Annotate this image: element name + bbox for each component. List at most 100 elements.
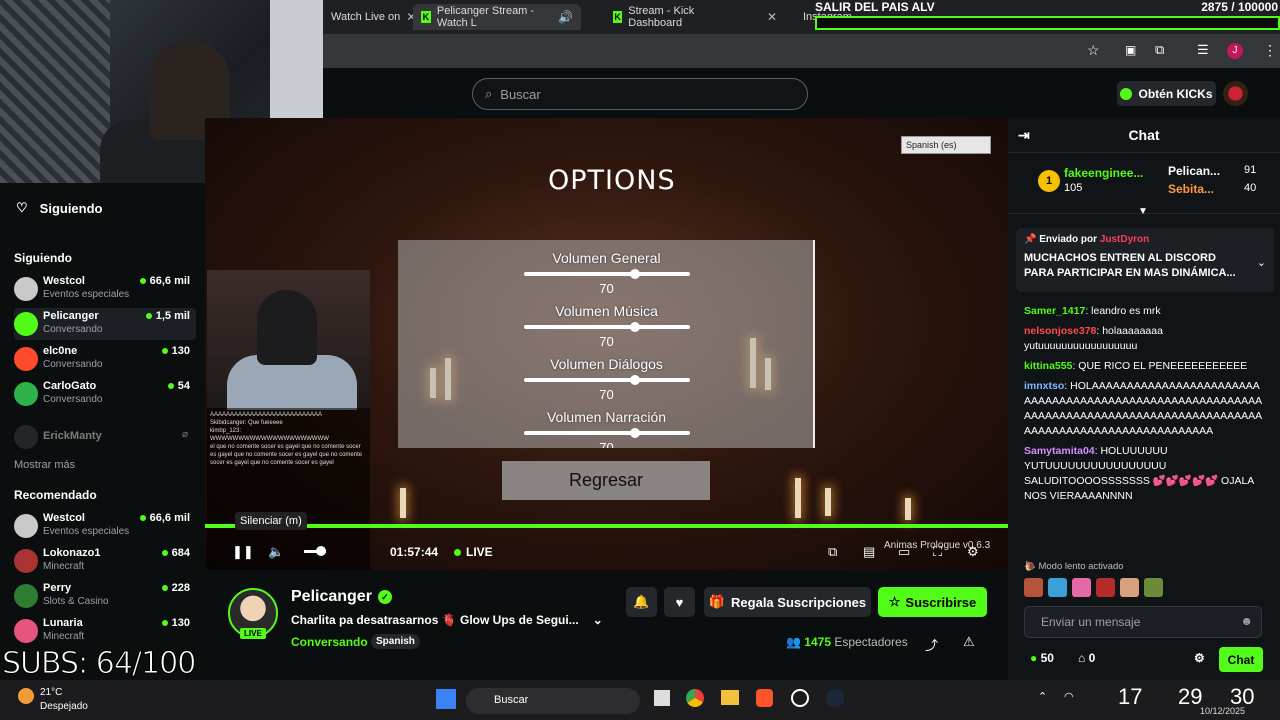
obs-icon[interactable] bbox=[791, 689, 809, 707]
sidebar-channel-westcol[interactable]: Westcol Eventos especiales 66,6 mil bbox=[14, 273, 196, 305]
profile-avatar[interactable]: J bbox=[1227, 43, 1243, 59]
stream-category[interactable]: Conversando bbox=[291, 635, 368, 649]
slider-knob[interactable] bbox=[629, 375, 640, 385]
get-kicks-button[interactable]: Obtén KICKs bbox=[1117, 81, 1216, 106]
speaker-icon[interactable]: 🔊 bbox=[558, 10, 573, 24]
kicks-icon bbox=[1120, 87, 1133, 100]
pip-icon[interactable]: ⧉ bbox=[828, 544, 837, 560]
reading-list-icon[interactable]: ☰ bbox=[1197, 42, 1209, 58]
search-input[interactable]: ⌕ Buscar bbox=[472, 78, 808, 110]
overlay-minutes: 29 bbox=[1178, 684, 1203, 709]
sidebar-recommended-lokonazo1[interactable]: Lokonazo1 Minecraft 684 bbox=[14, 545, 196, 577]
weather-temp[interactable]: 21°C bbox=[40, 687, 62, 698]
file-explorer-icon[interactable] bbox=[721, 690, 739, 705]
theater-icon[interactable]: ▭ bbox=[898, 544, 910, 560]
chat-username[interactable]: imnxtso bbox=[1024, 380, 1064, 392]
task-view-icon[interactable] bbox=[654, 690, 670, 706]
following-header[interactable]: ♡ Siguiendo bbox=[16, 200, 103, 216]
subscribe-button[interactable]: ☆ Suscribirse bbox=[878, 587, 987, 617]
channel-category: Conversando bbox=[43, 324, 103, 335]
pinned-user[interactable]: JustDyron bbox=[1100, 234, 1149, 245]
close-icon[interactable]: ✕ bbox=[767, 10, 777, 24]
volume-knob[interactable] bbox=[316, 546, 326, 556]
sidebar-channel-carlogato[interactable]: CarloGato Conversando 54 bbox=[14, 378, 196, 410]
chat-settings-icon[interactable]: ⚙ bbox=[1194, 651, 1205, 665]
fullscreen-icon[interactable]: ⛶ bbox=[933, 544, 942, 560]
streamer-name-text: Pelicanger bbox=[291, 588, 372, 605]
windows-start-icon[interactable] bbox=[436, 689, 456, 709]
share-icon[interactable]: ⤴ bbox=[925, 635, 938, 654]
language-select[interactable]: Spanish (es) bbox=[901, 136, 991, 154]
tab-pelicanger[interactable]: K Pelicanger Stream - Watch L 🔊 bbox=[413, 4, 581, 30]
emote[interactable] bbox=[1120, 578, 1139, 597]
chat-message-input[interactable]: Enviar un mensaje ☻ bbox=[1024, 606, 1262, 638]
leaderboard-user[interactable]: Sebita... bbox=[1168, 182, 1214, 196]
video-progress-bar[interactable] bbox=[205, 524, 1008, 528]
slider-knob[interactable] bbox=[629, 269, 640, 279]
chat-username[interactable]: Samer_1417 bbox=[1024, 305, 1085, 317]
volume-slider[interactable] bbox=[523, 322, 690, 332]
sidebar-channel-pelicanger[interactable]: Pelicanger Conversando 1,5 mil bbox=[14, 308, 196, 340]
chevron-down-icon[interactable]: ⌄ bbox=[1257, 256, 1266, 269]
points-display[interactable]: ● 50 bbox=[1030, 651, 1054, 665]
menu-icon[interactable]: ⋮ bbox=[1263, 42, 1277, 59]
taskbar-search[interactable]: Buscar bbox=[466, 688, 640, 714]
back-button[interactable]: Regresar bbox=[502, 461, 710, 500]
chat-panel: ⇥ Chat 1 fakeenginee... 105 Pelican... 91… bbox=[1008, 118, 1280, 680]
emoji-icon[interactable]: ☻ bbox=[1240, 614, 1253, 628]
streamer-name[interactable]: Pelicanger ✓ bbox=[291, 588, 392, 606]
sidebar-recommended-perry[interactable]: Perry Slots & Casino 228 bbox=[14, 580, 196, 612]
brave-icon[interactable] bbox=[756, 689, 773, 707]
chrome-icon[interactable] bbox=[686, 689, 704, 707]
notification-bell-button[interactable]: 🔔 bbox=[626, 587, 657, 617]
leaderboard-user[interactable]: Pelican... bbox=[1168, 164, 1220, 178]
collapse-chat-icon[interactable]: ⇥ bbox=[1018, 127, 1030, 144]
emote[interactable] bbox=[1048, 578, 1067, 597]
weather-desc[interactable]: Despejado bbox=[40, 701, 88, 712]
viewer-count: 66,6 mil bbox=[140, 275, 190, 287]
bookmark-star-icon[interactable]: ☆ bbox=[1087, 42, 1100, 59]
emote[interactable] bbox=[1072, 578, 1091, 597]
balance-display[interactable]: ⌂ 0 bbox=[1078, 651, 1095, 665]
emote[interactable] bbox=[1096, 578, 1115, 597]
volume-icon[interactable]: 🔈 bbox=[268, 544, 284, 560]
pause-icon[interactable]: ❚❚ bbox=[232, 544, 254, 560]
slider-knob[interactable] bbox=[629, 322, 640, 332]
screenshot-icon[interactable]: ▣ bbox=[1125, 43, 1136, 57]
settings-gear-icon[interactable]: ⚙ bbox=[967, 544, 979, 560]
taskbar-date[interactable]: 10/12/2025 bbox=[1200, 706, 1245, 716]
sidebar-channel-elc0ne[interactable]: elc0ne Conversando 130 bbox=[14, 343, 196, 375]
tab-watch-live[interactable]: Watch Live on ✕ bbox=[323, 4, 424, 30]
report-icon[interactable]: ⚠ bbox=[963, 634, 975, 650]
steam-icon[interactable] bbox=[826, 689, 844, 707]
emote[interactable] bbox=[1024, 578, 1043, 597]
volume-slider[interactable] bbox=[523, 269, 690, 279]
clip-icon[interactable]: ▤ bbox=[863, 544, 875, 560]
show-more-link[interactable]: Mostrar más bbox=[14, 459, 75, 471]
extensions-icon[interactable]: ⧉ bbox=[1155, 42, 1164, 58]
wifi-icon[interactable]: ◠ bbox=[1064, 690, 1074, 703]
follow-heart-button[interactable]: ♥ bbox=[664, 587, 695, 617]
gift-subs-button[interactable]: 🎁 Regala Suscripciones bbox=[704, 587, 871, 617]
search-icon: ⌕ bbox=[485, 86, 493, 101]
sidebar-channel-erickmanty[interactable]: ErickManty ⌀ bbox=[14, 421, 196, 453]
sidebar-recommended-westcol[interactable]: Westcol Eventos especiales 66,6 mil bbox=[14, 510, 196, 542]
chat-username[interactable]: nelsonjose378 bbox=[1024, 325, 1096, 337]
chat-username[interactable]: Samytamita04 bbox=[1024, 445, 1095, 457]
chat-messages: Samer_1417: leandro es mrk nelsonjose378… bbox=[1024, 304, 1264, 509]
slider-knob[interactable] bbox=[629, 428, 640, 438]
volume-slider[interactable] bbox=[523, 375, 690, 385]
tray-chevron-icon[interactable]: ⌃ bbox=[1038, 690, 1047, 703]
leaderboard-user[interactable]: fakeenginee... bbox=[1064, 166, 1143, 180]
send-chat-button[interactable]: Chat bbox=[1219, 647, 1263, 672]
tab-kick-dashboard[interactable]: K Stream - Kick Dashboard ✕ bbox=[605, 4, 785, 30]
volume-slider[interactable] bbox=[304, 546, 326, 556]
language-tag[interactable]: Spanish bbox=[371, 634, 420, 649]
user-avatar[interactable] bbox=[1223, 81, 1248, 106]
chevron-down-icon[interactable]: ⌄ bbox=[593, 613, 603, 627]
emote[interactable] bbox=[1144, 578, 1163, 597]
sidebar-recommended-lunaria[interactable]: Lunaria Minecraft 130 bbox=[14, 615, 196, 647]
expand-icon[interactable]: ▼ bbox=[1138, 206, 1148, 217]
volume-slider[interactable] bbox=[523, 428, 690, 438]
chat-username[interactable]: kittina555 bbox=[1024, 360, 1072, 372]
